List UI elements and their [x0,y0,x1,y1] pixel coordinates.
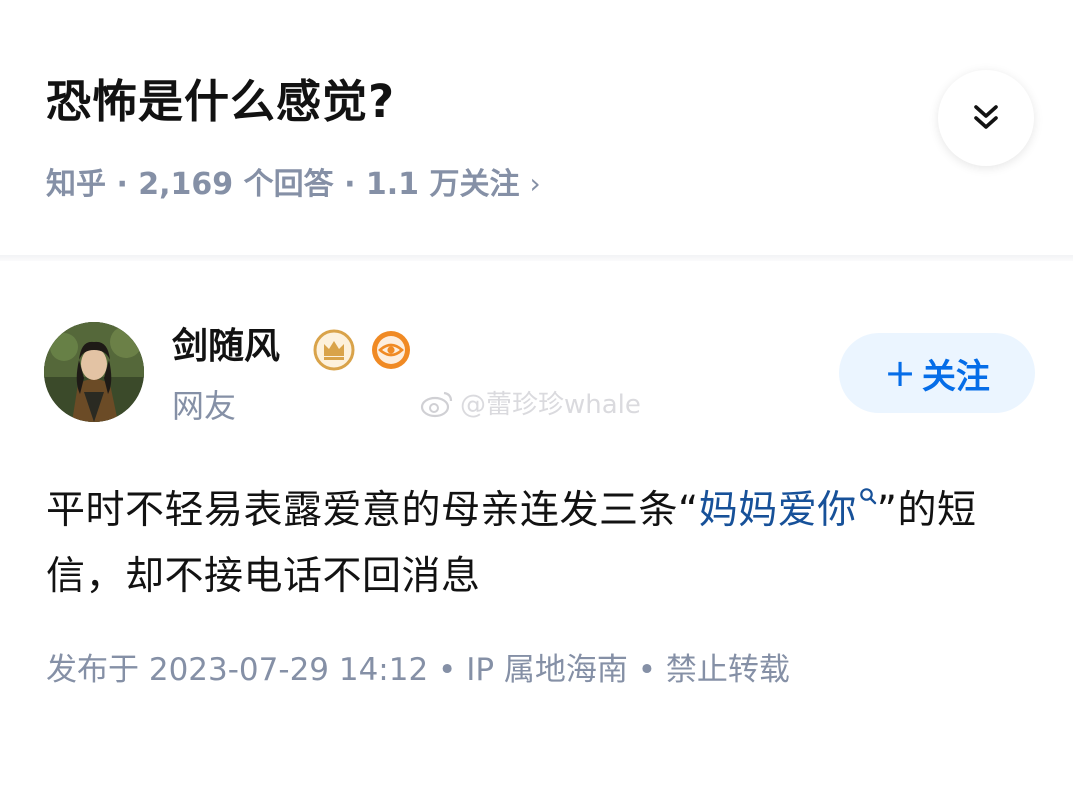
search-icon [859,488,876,505]
eye-badge-icon[interactable] [370,329,412,371]
watermark-text: @蕾珍珍whale [460,390,641,420]
question-meta-text: 知乎 · 2,169 个回答 · 1.1 万关注 [46,167,520,202]
watermark: @蕾珍珍whale [420,386,641,424]
question-title[interactable]: 恐怖是什么感觉? [46,72,395,132]
keyword-search-link-label: 妈妈爱你 [698,488,857,533]
chevron-right-icon: › [529,167,541,200]
answer-text-before: 平时不轻易表露爱意的母亲连发三条“ [46,488,699,533]
double-chevron-down-icon [974,105,998,129]
keyword-search-link[interactable]: 妈妈爱你 [699,488,877,533]
question-header: 恐怖是什么感觉? 知乎 · 2,169 个回答 · 1.1 万关注 › [0,0,1073,258]
author-name[interactable]: 剑随风 [172,322,280,372]
collapse-question-button[interactable] [938,70,1034,166]
follow-button-label: 关注 [921,356,990,397]
follow-button[interactable]: + 关注 [839,333,1035,413]
answer-content[interactable]: 平时不轻易表露爱意的母亲连发三条“妈妈爱你 ”的短信，却不接电话不回消息 [46,478,1046,610]
answer-meta: 发布于 2023-07-29 14:12 • IP 属地海南 • 禁止转载 [46,652,790,688]
author-avatar[interactable] [44,322,144,422]
avatar-image [44,322,144,422]
author-headline: 网友 [172,387,237,425]
weibo-logo-icon [420,391,453,418]
question-meta[interactable]: 知乎 · 2,169 个回答 · 1.1 万关注 › [46,160,541,209]
crown-badge-icon[interactable] [313,329,355,371]
plus-icon: + [884,351,916,395]
section-divider [0,255,1073,261]
